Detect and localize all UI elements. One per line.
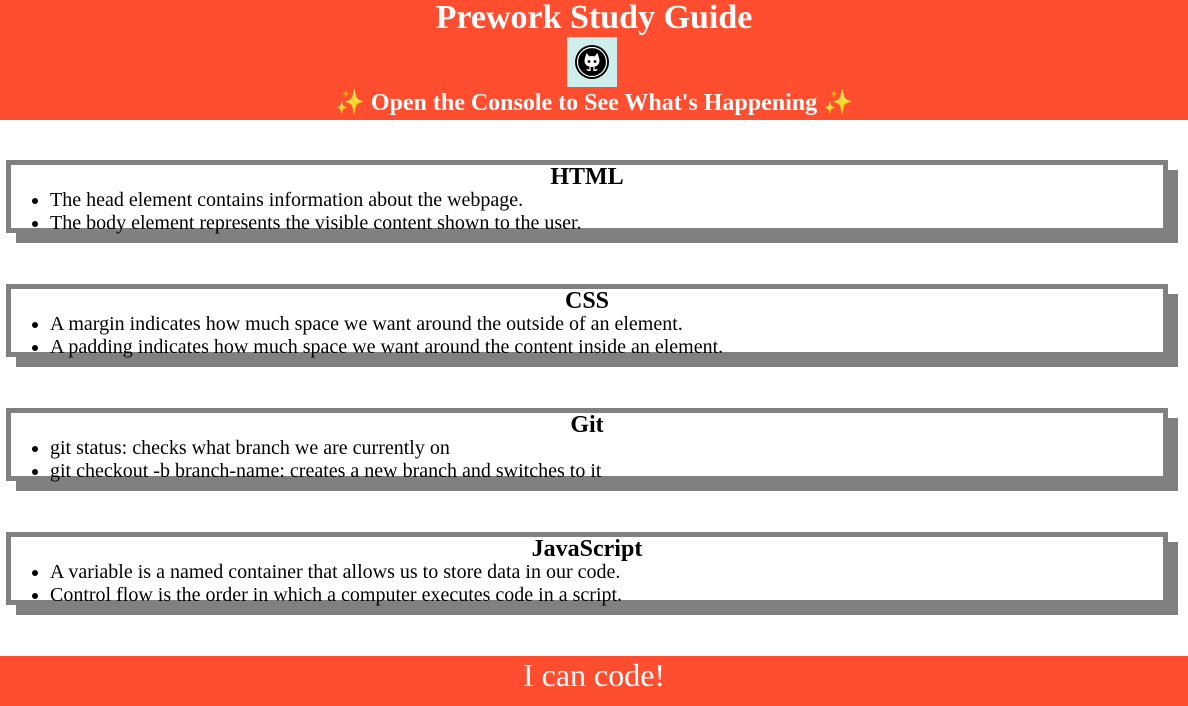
section-list: The head element contains information ab… [11, 189, 1163, 235]
page-subtitle: ✨ Open the Console to See What's Happeni… [0, 89, 1188, 117]
octocat-icon [575, 45, 609, 79]
section-html: HTML The head element contains informati… [6, 160, 1168, 235]
list-item: Control flow is the order in which a com… [50, 584, 1163, 607]
section-title: Git [570, 412, 604, 438]
page-header: Prework Study Guide ✨ Open the Console t… [0, 0, 1188, 120]
list-item: A padding indicates how much space we wa… [50, 336, 1163, 359]
section-list: A variable is a named container that all… [11, 561, 1163, 607]
page-title: Prework Study Guide [435, 0, 753, 36]
section-css: CSS A margin indicates how much space we… [6, 284, 1168, 359]
section-git: Git git status: checks what branch we ar… [6, 408, 1168, 483]
section-title: HTML [550, 164, 624, 190]
sparkle-icon: ✨ [334, 90, 365, 116]
github-octocat-logo [567, 37, 617, 87]
subtitle-text: Open the Console to See What's Happening [370, 90, 818, 116]
list-item: git checkout -b branch-name: creates a n… [50, 460, 1163, 483]
section-title: CSS [564, 288, 610, 314]
sparkle-icon: ✨ [823, 90, 854, 116]
section-list: git status: checks what branch we are cu… [11, 437, 1163, 483]
footer-text: I can code! [522, 657, 666, 693]
list-item: A variable is a named container that all… [50, 561, 1163, 584]
list-item: A margin indicates how much space we wan… [50, 313, 1163, 336]
section-list: A margin indicates how much space we wan… [11, 313, 1163, 359]
page-footer: I can code! [0, 656, 1188, 706]
list-item: git status: checks what branch we are cu… [50, 437, 1163, 460]
section-title: JavaScript [531, 536, 643, 562]
list-item: The body element represents the visible … [50, 212, 1163, 235]
section-javascript: JavaScript A variable is a named contain… [6, 532, 1168, 607]
list-item: The head element contains information ab… [50, 189, 1163, 212]
